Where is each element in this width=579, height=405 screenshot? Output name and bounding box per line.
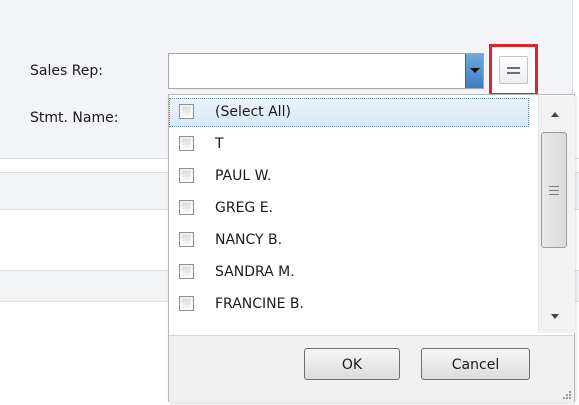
list-item[interactable]: GREG E.	[169, 194, 529, 223]
stmt-name-label: Stmt. Name:	[30, 110, 119, 126]
list-item[interactable]: SANDRA M.	[169, 258, 529, 287]
list-item-label: NANCY B.	[215, 232, 283, 248]
equals-operator-highlight	[489, 44, 538, 96]
list-item-label: GREG E.	[215, 200, 274, 216]
checkbox[interactable]	[179, 136, 194, 151]
checkbox-list: (Select All) T PAUL W. GREG E. NANCY B. …	[169, 95, 538, 335]
list-item[interactable]: (Select All)	[169, 98, 529, 127]
list-item[interactable]: T	[169, 130, 529, 159]
checkbox[interactable]	[179, 200, 194, 215]
sales-rep-dropdown: (Select All) T PAUL W. GREG E. NANCY B. …	[168, 94, 575, 402]
list-item-label: FRANCINE B.	[215, 296, 304, 312]
list-item-label: PAUL W.	[215, 168, 272, 184]
scroll-down-icon[interactable]	[551, 314, 559, 319]
list-item-label: T	[215, 136, 224, 152]
list-item-label: SANDRA M.	[215, 264, 295, 280]
checkbox[interactable]	[179, 264, 194, 279]
equals-operator-button[interactable]	[499, 56, 528, 84]
scroll-up-icon[interactable]	[551, 112, 559, 117]
chevron-down-icon	[470, 68, 480, 73]
list-item[interactable]: PAUL W.	[169, 162, 529, 191]
list-item[interactable]: FRANCINE B.	[169, 290, 529, 319]
list-item-label: (Select All)	[215, 104, 291, 120]
resize-grip-icon[interactable]	[562, 390, 572, 400]
vertical-scrollbar[interactable]	[538, 96, 575, 333]
checkbox[interactable]	[179, 104, 194, 119]
list-item[interactable]: NANCY B.	[169, 226, 529, 255]
sales-rep-label: Sales Rep:	[30, 63, 104, 79]
scrollbar-thumb[interactable]	[541, 132, 567, 248]
checkbox[interactable]	[179, 232, 194, 247]
sales-rep-combobox[interactable]	[168, 53, 484, 89]
dropdown-arrow-button[interactable]	[465, 54, 483, 88]
ok-button[interactable]: OK	[304, 348, 400, 380]
dropdown-footer: OK Cancel	[169, 335, 574, 402]
cancel-button[interactable]: Cancel	[421, 348, 530, 380]
checkbox[interactable]	[179, 168, 194, 183]
checkbox[interactable]	[179, 296, 194, 311]
